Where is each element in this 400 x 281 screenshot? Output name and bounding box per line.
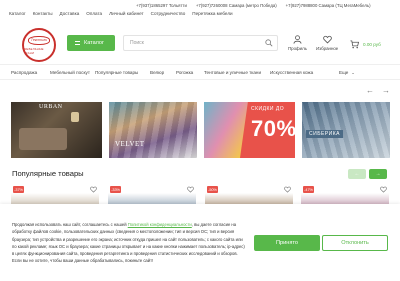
accept-button[interactable]: Принято bbox=[254, 235, 320, 251]
heart-icon bbox=[322, 35, 332, 44]
decline-button[interactable]: Отклонить bbox=[322, 235, 388, 251]
product-card[interactable]: -37% bbox=[11, 184, 99, 204]
chevron-down-icon: ⌄ bbox=[351, 69, 355, 75]
phone-tolyatti[interactable]: +7(937)1865297 Тольятти bbox=[136, 3, 187, 8]
phone-list: +7(937)1865297 Тольятти +7(927)7260008 С… bbox=[136, 3, 371, 8]
catalog-button[interactable]: Каталог bbox=[67, 35, 115, 51]
top-nav-cooperation[interactable]: Сотрудничество bbox=[151, 11, 186, 16]
category-velour[interactable]: Велюр bbox=[150, 70, 176, 75]
slide-urban[interactable]: URBAN bbox=[11, 102, 102, 158]
user-icon bbox=[293, 35, 302, 44]
slide-sale-label: СКИДКИ ДО bbox=[251, 106, 285, 112]
heart-icon[interactable] bbox=[90, 186, 97, 193]
slide-lamp-image bbox=[71, 112, 79, 122]
phone-samara-metro[interactable]: +7(927)7260008 Самара (метро Победа) bbox=[196, 3, 277, 8]
carousel-arrows: ← → bbox=[366, 86, 390, 95]
category-popular[interactable]: Популярные товары bbox=[95, 70, 150, 75]
arrow-left-icon: ← bbox=[354, 171, 360, 177]
slide-sale-percent: 70% bbox=[251, 116, 295, 141]
category-remnants[interactable]: Мебельный поскут bbox=[50, 70, 95, 75]
profile-label: Профиль bbox=[288, 46, 307, 51]
site-logo[interactable]: Текстиль МЕБЕЛЬНЫЕ ТКАНИ bbox=[22, 28, 56, 62]
discount-badge: -37% bbox=[13, 186, 24, 193]
profile-link[interactable]: Профиль bbox=[288, 35, 307, 51]
discount-badge: -47% bbox=[303, 186, 314, 193]
arrow-left-icon[interactable]: ← bbox=[366, 86, 374, 95]
catalog-button-label: Каталог bbox=[84, 40, 104, 46]
slide-velvet[interactable]: VELVET bbox=[109, 102, 197, 158]
slide-fabric-image bbox=[109, 102, 197, 158]
arrow-right-icon: → bbox=[375, 171, 381, 177]
favorites-label: Избранное bbox=[316, 46, 339, 51]
privacy-policy-link[interactable]: Политикой конфиденциальности bbox=[128, 222, 192, 227]
phone-samara-mall[interactable]: +7(927)7988800 Самара (ТЦ МегаМебель) bbox=[286, 3, 371, 8]
cart-link[interactable]: 0.00 руб bbox=[350, 40, 381, 49]
heart-icon[interactable] bbox=[284, 186, 291, 193]
category-outdoor[interactable]: Тентовые и уличные ткани bbox=[204, 70, 270, 75]
slide-urban-label: URBAN bbox=[39, 104, 63, 110]
cookie-text-body: , вы даете согласие на обработку файлов … bbox=[12, 222, 245, 257]
category-leather[interactable]: Искусственная кожа bbox=[270, 70, 339, 75]
category-sale[interactable]: Распродажа bbox=[11, 70, 50, 75]
popular-prev-button[interactable]: ← bbox=[348, 169, 366, 179]
top-nav-account[interactable]: Личный кабинет bbox=[109, 11, 144, 16]
top-nav-payment[interactable]: Оплата bbox=[86, 11, 102, 16]
popular-title: Популярные товары bbox=[12, 169, 84, 178]
product-card[interactable]: -47% bbox=[301, 184, 389, 204]
category-more[interactable]: Еще bbox=[339, 70, 348, 75]
search-icon[interactable] bbox=[265, 39, 273, 47]
slide-siberica[interactable]: СИБЕРИКА bbox=[302, 102, 390, 158]
top-nav-delivery[interactable]: Доставка bbox=[60, 11, 80, 16]
search-input[interactable]: Поиск bbox=[123, 35, 278, 51]
category-matting[interactable]: Рогожка bbox=[176, 70, 204, 75]
slide-sofa-image bbox=[19, 128, 67, 150]
top-nav: Каталог Контакты Доставка Оплата Личный … bbox=[9, 11, 233, 16]
arrow-right-icon[interactable]: → bbox=[382, 86, 390, 95]
cookie-banner: Продолжая использовать наш сайт, соглаша… bbox=[0, 204, 400, 281]
heart-icon[interactable] bbox=[380, 186, 387, 193]
promo-carousel: URBAN VELVET СКИДКИ ДО 70% СИБЕРИКА bbox=[11, 102, 390, 158]
cart-total: 0.00 руб bbox=[363, 42, 381, 47]
menu-icon bbox=[75, 41, 80, 45]
top-nav-reupholstery[interactable]: Перетяжка мебели bbox=[192, 11, 232, 16]
header: Текстиль МЕБЕЛЬНЫЕ ТКАНИ Каталог Поиск П… bbox=[0, 26, 400, 64]
cookie-text: Продолжая использовать наш сайт, соглаша… bbox=[12, 221, 247, 265]
logo-emblem: Текстиль bbox=[28, 35, 50, 45]
search-placeholder: Поиск bbox=[130, 40, 144, 46]
heart-icon[interactable] bbox=[187, 186, 194, 193]
slide-sale[interactable]: СКИДКИ ДО 70% bbox=[204, 102, 295, 158]
category-nav: Распродажа Мебельный поскут Популярные т… bbox=[0, 64, 400, 80]
product-card[interactable]: -33% bbox=[108, 184, 196, 204]
product-list: -37% -33% -50% -47% bbox=[11, 184, 389, 204]
favorites-link[interactable]: Избранное bbox=[316, 35, 338, 51]
slide-velvet-label: VELVET bbox=[115, 140, 145, 148]
cookie-text-end: Если вы не хотите, чтобы ваши данные обр… bbox=[12, 258, 154, 264]
discount-badge: -50% bbox=[207, 186, 218, 193]
logo-caption: МЕБЕЛЬНЫЕ ТКАНИ bbox=[24, 46, 44, 55]
product-card[interactable]: -50% bbox=[205, 184, 293, 204]
slide-siberica-label: СИБЕРИКА bbox=[306, 130, 343, 138]
top-nav-catalog[interactable]: Каталог bbox=[9, 11, 26, 16]
discount-badge: -33% bbox=[110, 186, 121, 193]
popular-next-button[interactable]: → bbox=[369, 169, 387, 179]
top-nav-contacts[interactable]: Контакты bbox=[33, 11, 53, 16]
cart-icon bbox=[350, 40, 359, 49]
cookie-text-start: Продолжая использовать наш сайт, соглаша… bbox=[12, 222, 127, 227]
